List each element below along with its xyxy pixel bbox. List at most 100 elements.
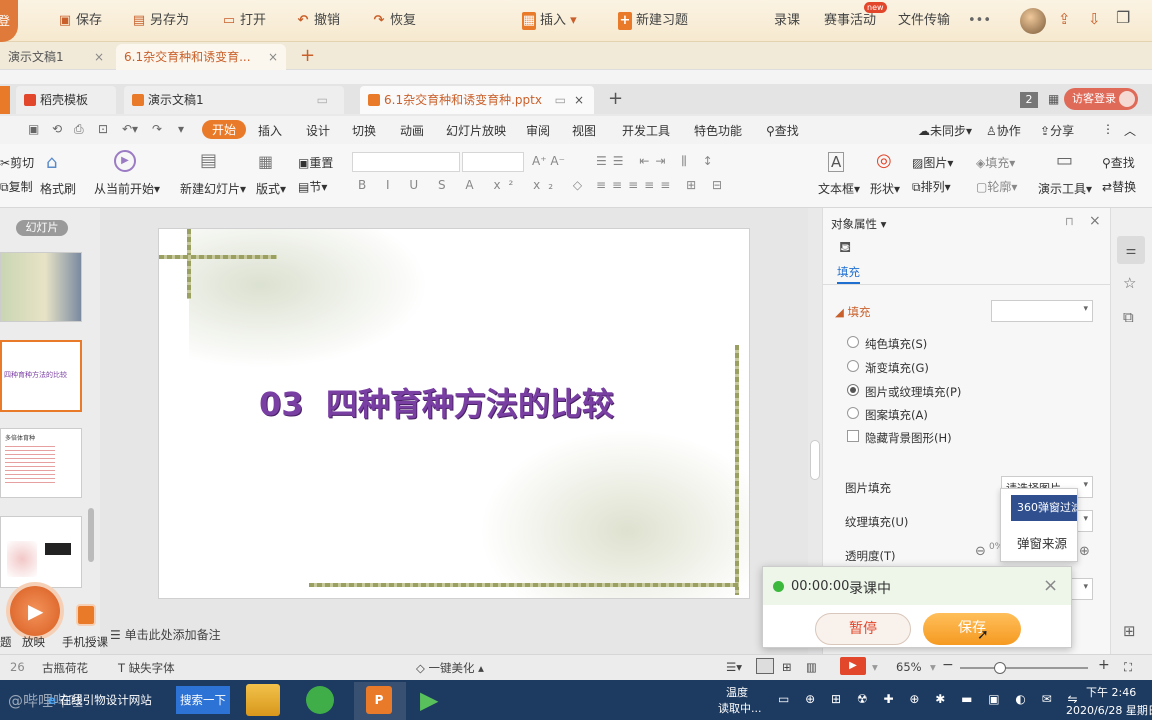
close-icon[interactable]: × xyxy=(268,44,278,70)
share-icon[interactable]: ⟲ xyxy=(52,122,62,136)
beautify-button[interactable]: ◇ 一键美化 ▴ xyxy=(416,660,484,676)
presentation-tools-button[interactable]: 演示工具▾ xyxy=(1038,180,1092,197)
zoom-slider-thumb[interactable] xyxy=(994,662,1006,674)
arrange-button[interactable]: ⧉排列▾ xyxy=(912,178,951,195)
menu-slideshow[interactable]: 幻灯片放映 xyxy=(446,122,506,139)
close-icon[interactable]: × xyxy=(574,86,584,114)
mobile-icon[interactable] xyxy=(76,604,96,626)
new-slide-button[interactable]: 新建幻灯片▾ xyxy=(180,180,246,197)
radio-gradient-fill[interactable] xyxy=(847,360,859,372)
increase-font-icon[interactable]: A⁺ A⁻ xyxy=(532,154,565,168)
collapse-ribbon-icon[interactable]: ︿ xyxy=(1124,122,1136,139)
play-slideshow-button[interactable]: ▶ xyxy=(10,586,60,636)
minus-icon[interactable]: ⊖ xyxy=(975,544,986,559)
format-painter-button[interactable]: 格式刷 xyxy=(40,180,76,197)
record-lesson-button[interactable]: 录课 xyxy=(774,12,800,30)
zoom-in-icon[interactable]: + xyxy=(1098,657,1110,673)
menu-design[interactable]: 设计 xyxy=(306,122,330,139)
reset-button[interactable]: ▣重置 xyxy=(298,154,333,171)
copy-button[interactable]: ⧉复制 xyxy=(0,178,33,195)
fill-button[interactable]: ◈填充▾ xyxy=(976,154,1015,171)
player-icon[interactable]: ▶ xyxy=(420,686,438,714)
slide-title[interactable]: 03 四种育种方法的比较 xyxy=(259,379,614,425)
wps-taskbar-item[interactable]: P xyxy=(354,682,406,720)
search-go-button[interactable]: 搜索一下 xyxy=(176,686,230,714)
app-tab[interactable]: 演示文稿1 × xyxy=(0,44,112,70)
zoom-dropdown-icon[interactable]: ▾ xyxy=(930,660,936,674)
menu-home[interactable]: 开始 xyxy=(202,120,247,139)
redo-button[interactable]: ↷ 恢复 xyxy=(372,12,416,30)
popup-filter-item[interactable]: 360弹窗过滤 xyxy=(1011,495,1077,521)
customize-icon[interactable]: ▾ xyxy=(178,122,184,136)
from-current-button[interactable]: 从当前开始▾ xyxy=(94,180,160,197)
layout-button[interactable]: 版式▾ xyxy=(256,180,286,197)
section-button[interactable]: ▤节▾ xyxy=(298,178,327,195)
thumb-scrollbar[interactable] xyxy=(88,508,94,562)
radio-picture-fill[interactable] xyxy=(847,384,859,396)
close-icon[interactable]: × xyxy=(1043,575,1058,596)
hide-bg-checkbox[interactable] xyxy=(847,430,859,442)
search-button[interactable]: ⚲查找 xyxy=(766,122,799,139)
browser-360-icon[interactable] xyxy=(306,686,334,714)
grid-icon[interactable]: ▦ xyxy=(1048,92,1059,106)
slide[interactable]: 03 四种育种方法的比较 xyxy=(158,228,750,599)
fill-preview-dropdown[interactable]: ▾ xyxy=(991,300,1093,322)
copy-format-icon[interactable]: ⧉ xyxy=(1123,308,1134,326)
undo-button[interactable]: ↶ 撤销 xyxy=(296,12,340,30)
theme-name[interactable]: 古瓶荷花 xyxy=(42,660,88,676)
close-icon[interactable]: × xyxy=(94,44,104,70)
new-tab-button[interactable]: + xyxy=(292,44,323,70)
picture-button[interactable]: ▨图片▾ xyxy=(912,154,953,171)
menu-transition[interactable]: 切换 xyxy=(352,122,376,139)
close-icon[interactable]: × xyxy=(1089,213,1101,229)
insert-menu-button[interactable]: ▦ 插入 ▾ xyxy=(522,12,577,30)
menu-review[interactable]: 审阅 xyxy=(526,122,550,139)
cut-button[interactable]: ✂剪切 xyxy=(0,154,34,171)
normal-view-icon[interactable] xyxy=(756,658,774,674)
shape-button[interactable]: 形状▾ xyxy=(870,180,900,197)
font-size-dropdown[interactable] xyxy=(462,152,524,172)
pause-button[interactable]: 暂停 xyxy=(815,613,911,645)
radio-pattern-fill[interactable] xyxy=(847,407,859,419)
plus-icon[interactable]: ⊕ xyxy=(1079,544,1090,559)
slideshow-button[interactable]: ▶ xyxy=(840,657,866,675)
extra-dropdown[interactable]: ▾ xyxy=(1071,578,1093,600)
share-button[interactable]: ⇪分享 xyxy=(1040,122,1074,139)
restore-window-icon[interactable]: ❐ xyxy=(1116,8,1130,27)
more-menu-icon[interactable]: ⋮ xyxy=(1102,122,1114,136)
collab-button[interactable]: ♙协作 xyxy=(986,122,1021,139)
app-tab-active[interactable]: 6.1杂交育种和诱变育... × xyxy=(116,44,286,70)
save-button[interactable]: ▣ 保存 xyxy=(58,12,102,30)
fill-section-header[interactable]: ◢ 填充 xyxy=(835,304,871,320)
new-quiz-button[interactable]: + 新建习题 xyxy=(618,12,688,30)
zoom-out-icon[interactable]: − xyxy=(942,657,954,673)
pin-icon[interactable]: ⊓ xyxy=(1065,214,1074,228)
notes-area[interactable]: ☰ 单击此处添加备注 xyxy=(110,626,221,643)
canvas-scrollbar[interactable] xyxy=(810,440,820,480)
slide-thumbnail[interactable]: 多倍体育种 xyxy=(0,428,82,498)
slides-tab[interactable]: 幻灯片 xyxy=(16,220,68,236)
undo-icon[interactable]: ↶▾ xyxy=(122,122,138,136)
save-recording-button[interactable]: 保存 xyxy=(923,613,1021,645)
login-button[interactable]: 登录 xyxy=(0,0,18,70)
replace-button[interactable]: ⇄替换 xyxy=(1102,178,1136,195)
unsync-button[interactable]: ☁未同步▾ xyxy=(918,122,972,139)
download-icon[interactable]: ⇩ xyxy=(1088,10,1101,28)
open-button[interactable]: ▭ 打开 xyxy=(222,12,266,30)
outline-button[interactable]: ▢轮廓▾ xyxy=(976,178,1017,195)
menu-view[interactable]: 视图 xyxy=(572,122,596,139)
home-tab-edge[interactable] xyxy=(0,86,10,114)
doc-tab-active[interactable]: 6.1杂交育种和诱变育种.pptx ▭ × xyxy=(360,86,594,114)
align-icons[interactable]: ≡≡≡≡≡ ⊞ ⊟ xyxy=(596,178,728,192)
new-doc-tab-button[interactable]: + xyxy=(608,88,623,109)
redo-icon[interactable]: ↷ xyxy=(152,122,162,136)
sorter-view-icon[interactable]: ⊞ xyxy=(782,660,792,674)
doc-tab[interactable]: 演示文稿1 ▭ xyxy=(124,86,344,114)
find-button[interactable]: ⚲查找 xyxy=(1102,154,1135,171)
visitor-login-button[interactable]: 访客登录 xyxy=(1064,88,1138,110)
menu-features[interactable]: 特色功能 xyxy=(694,122,742,139)
font-style-icons[interactable]: B I U S A x² x₂ ◇ xyxy=(358,178,590,192)
menu-developer[interactable]: 开发工具 xyxy=(622,122,670,139)
file-explorer-icon[interactable] xyxy=(246,684,280,716)
tray-icons[interactable]: ▭ ⊕ ⊞ ☢ ✚ ⊕ ✱ ▬ ▣ ◐ ✉ ⇋ xyxy=(778,692,1084,706)
